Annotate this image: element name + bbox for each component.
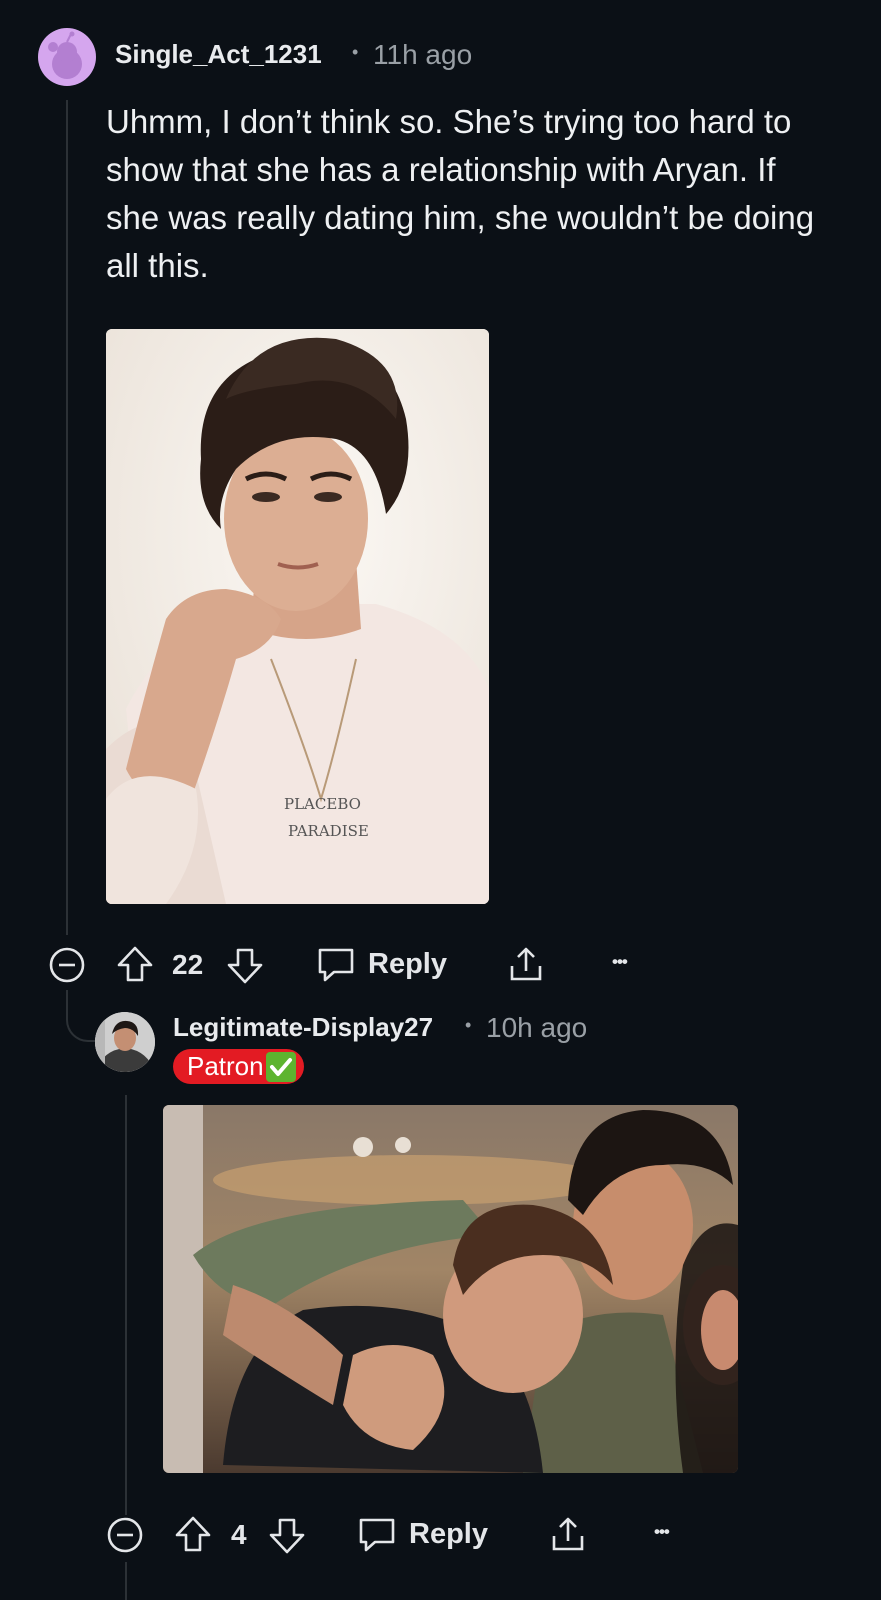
downvote-icon bbox=[269, 1518, 305, 1554]
collapse-icon bbox=[49, 947, 85, 983]
comment-image[interactable]: PLACEBO PARADISE bbox=[106, 329, 489, 904]
comment-time: 10h ago bbox=[486, 1012, 588, 1043]
comment-text: Uhmm, I don’t think so. She’s trying too… bbox=[106, 103, 815, 284]
user-flair: Patron bbox=[173, 1049, 304, 1084]
thread-line-reply bbox=[125, 1095, 127, 1515]
portrait-image: PLACEBO PARADISE bbox=[106, 329, 489, 904]
reply-bubble-icon bbox=[318, 948, 354, 982]
downvote-icon bbox=[227, 948, 263, 984]
share-icon bbox=[510, 947, 542, 981]
shirt-print-line1: PLACEBO bbox=[284, 795, 361, 813]
comment-image[interactable] bbox=[163, 1105, 738, 1473]
share-button[interactable] bbox=[506, 944, 546, 984]
thread-line-main bbox=[66, 100, 68, 935]
thread-line-reply-tail bbox=[125, 1562, 127, 1600]
snoo-avatar-icon bbox=[48, 31, 82, 79]
reply-button[interactable]: Reply bbox=[316, 944, 447, 984]
comment-time: 11h ago bbox=[373, 39, 473, 70]
downvote-button[interactable] bbox=[268, 1516, 306, 1556]
upvote-button[interactable] bbox=[174, 1514, 212, 1554]
downvote-button[interactable] bbox=[226, 946, 264, 986]
avatar[interactable] bbox=[95, 1012, 155, 1072]
collapse-button[interactable] bbox=[48, 946, 86, 984]
check-mark-icon bbox=[265, 1051, 296, 1082]
shirt-print-line2: PARADISE bbox=[288, 822, 369, 840]
upvote-icon bbox=[175, 1516, 211, 1552]
more-icon[interactable]: ••• bbox=[612, 952, 628, 972]
thread-branch bbox=[66, 990, 98, 1042]
collapse-icon bbox=[107, 1517, 143, 1553]
collapse-button[interactable] bbox=[106, 1516, 144, 1554]
user-avatar-icon bbox=[95, 1012, 155, 1072]
flair-label: Patron bbox=[187, 1051, 264, 1081]
avatar[interactable] bbox=[38, 28, 96, 86]
upvote-button[interactable] bbox=[116, 944, 154, 984]
comment-username[interactable]: Single_Act_1231 bbox=[115, 39, 322, 70]
reply-bubble-icon bbox=[359, 1518, 395, 1552]
upvote-icon bbox=[117, 946, 153, 982]
reply-label: Reply bbox=[368, 947, 447, 980]
reply-button[interactable]: Reply bbox=[357, 1514, 488, 1554]
separator-dot: • bbox=[352, 42, 359, 62]
vote-count: 22 bbox=[172, 949, 204, 980]
more-icon[interactable]: ••• bbox=[654, 1522, 670, 1542]
share-button[interactable] bbox=[548, 1514, 588, 1554]
vote-count: 4 bbox=[231, 1519, 247, 1550]
comment-username[interactable]: Legitimate-Display27 bbox=[173, 1012, 433, 1043]
separator-dot: • bbox=[465, 1015, 472, 1035]
share-icon bbox=[552, 1517, 584, 1551]
group-photo-image bbox=[163, 1105, 738, 1473]
reply-label: Reply bbox=[409, 1517, 488, 1550]
